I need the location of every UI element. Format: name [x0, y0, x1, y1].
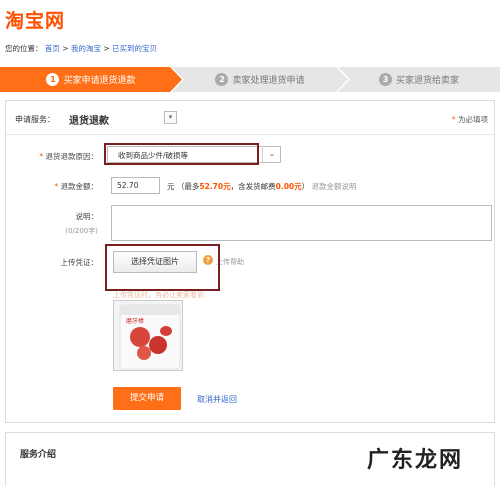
step-number: 3 [378, 73, 392, 86]
watermark: 广东龙网 [367, 447, 464, 473]
chevron-down-icon[interactable]: ⌄ [262, 146, 281, 163]
max-amount: 52.70元 [199, 182, 231, 191]
step-number: 1 [46, 73, 60, 86]
breadcrumb-sep: > [103, 44, 110, 53]
amount-label: * 退款金额： [54, 182, 98, 191]
breadcrumb-sep: > [62, 44, 69, 53]
description-label: 说明： [75, 212, 99, 221]
highlight-box-upload [105, 244, 220, 291]
cancel-return-link[interactable]: 取消并返回 [197, 394, 237, 405]
breadcrumb: 您的位置： 首页 > 我的淘宝 > 已买到的宝贝 [5, 43, 157, 54]
required-note: * 为必填项 [451, 115, 488, 124]
amount-help-link[interactable]: 退款金额说明 [312, 182, 357, 191]
step-3: 3 买家退货给卖家 [338, 67, 500, 92]
taobao-logo[interactable]: 淘宝网 [5, 6, 65, 33]
breadcrumb-my-taobao[interactable]: 我的淘宝 [71, 44, 101, 53]
reason-label: * 退货退款原因： [39, 152, 98, 161]
amount-info: 元 （最多52.70元，含发货邮费0.00元） 退款金额说明 [167, 182, 357, 191]
breadcrumb-prefix: 您的位置： [5, 44, 43, 53]
service-label: 申请服务： [15, 115, 55, 124]
uploaded-image-thumbnail[interactable]: 磨牙棒 [113, 300, 183, 371]
upload-hint: 上传凭证时，务必让卖家看到 [113, 291, 204, 299]
breadcrumb-purchased[interactable]: 已买到的宝贝 [112, 44, 157, 53]
shipping-fee: 0.00元 [275, 182, 302, 191]
service-value: 退货退款 [69, 116, 109, 127]
description-char-count: (0/200字) [65, 227, 98, 235]
step-number: 2 [215, 73, 229, 86]
refund-amount-input[interactable]: 52.70 [111, 177, 160, 194]
service-row: 申请服务： 退货退款 ▾ * 为必填项 [6, 101, 494, 135]
step-label: 买家申请退货退款 [63, 76, 136, 86]
description-textarea[interactable] [111, 205, 492, 241]
submit-button[interactable]: 提交申请 [113, 387, 181, 410]
chevron-down-icon: ▾ [168, 113, 173, 121]
thumbnail-label: 磨牙棒 [126, 318, 145, 325]
service-intro-title: 服务介绍 [20, 450, 57, 460]
upload-help-link[interactable]: 上传帮助 [216, 257, 244, 267]
step-label: 买家退货给卖家 [395, 76, 459, 86]
breadcrumb-home[interactable]: 首页 [45, 44, 60, 53]
service-dropdown-button[interactable]: ▾ [164, 111, 177, 124]
highlight-box-reason [104, 143, 259, 165]
step-1: 1 买家申请退货退款 [0, 67, 182, 92]
step-2: 2 卖家处理退货申请 [172, 67, 348, 92]
upload-label: 上传凭证： [60, 258, 99, 267]
step-label: 卖家处理退货申请 [232, 76, 305, 86]
progress-steps: 1 买家申请退货退款 2 卖家处理退货申请 3 买家退货给卖家 [0, 67, 500, 92]
